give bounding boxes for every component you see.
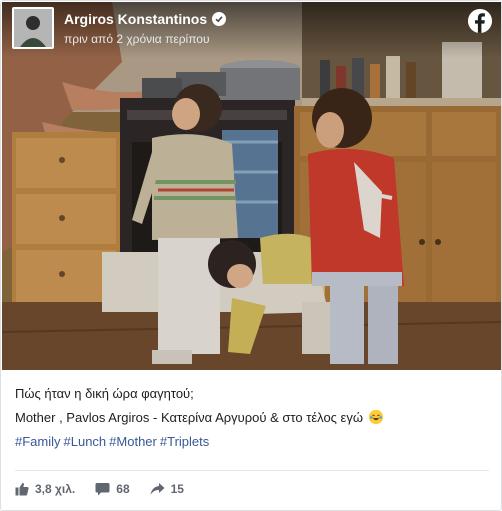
hashtag-triplets[interactable]: #Triplets (160, 434, 209, 449)
post-photo[interactable]: Argiros Konstantinos πριν από 2 χρόνια π… (2, 2, 501, 370)
comments-stat[interactable]: 68 (95, 482, 130, 496)
divider (15, 470, 489, 471)
hashtag-lunch[interactable]: #Lunch (64, 434, 107, 449)
hashtag-family[interactable]: #Family (15, 434, 61, 449)
verified-check-icon (212, 12, 227, 26)
post-timestamp[interactable]: πριν από 2 χρόνια περίπου (64, 32, 210, 46)
comments-count: 68 (116, 482, 130, 496)
likes-count: 3,8 χιλ. (35, 482, 76, 496)
engagement-stats: 3,8 χιλ. 68 15 (15, 482, 184, 496)
comment-bubble-icon (95, 483, 110, 496)
facebook-post-card: Argiros Konstantinos πριν από 2 χρόνια π… (0, 0, 502, 511)
caption-line-1: Πώς ήταν η δική ώρα φαγητού; (15, 386, 194, 401)
facebook-logo-icon[interactable] (468, 9, 492, 33)
author-header: Argiros Konstantinos (64, 11, 227, 27)
shares-count: 15 (170, 482, 184, 496)
thumbs-up-icon (15, 482, 29, 496)
share-arrow-icon (150, 483, 165, 495)
post-text: Πώς ήταν η δική ώρα φαγητού; Mother , Pa… (15, 385, 489, 457)
likes-stat[interactable]: 3,8 χιλ. (15, 482, 75, 496)
caption-line-2: Mother , Pavlos Argiros - Κατερίνα Αργυρ… (15, 409, 489, 427)
hashtag-list: #Family #Lunch #Mother #Triplets (15, 433, 489, 451)
laughing-tears-emoji-icon (368, 410, 383, 424)
shares-stat[interactable]: 15 (150, 482, 184, 496)
author-name[interactable]: Argiros Konstantinos (64, 11, 207, 27)
hashtag-mother[interactable]: #Mother (109, 434, 157, 449)
author-avatar[interactable] (12, 7, 54, 49)
caption-line-2-text: Mother , Pavlos Argiros - Κατερίνα Αργυρ… (15, 410, 363, 425)
avatar-image (14, 9, 52, 47)
